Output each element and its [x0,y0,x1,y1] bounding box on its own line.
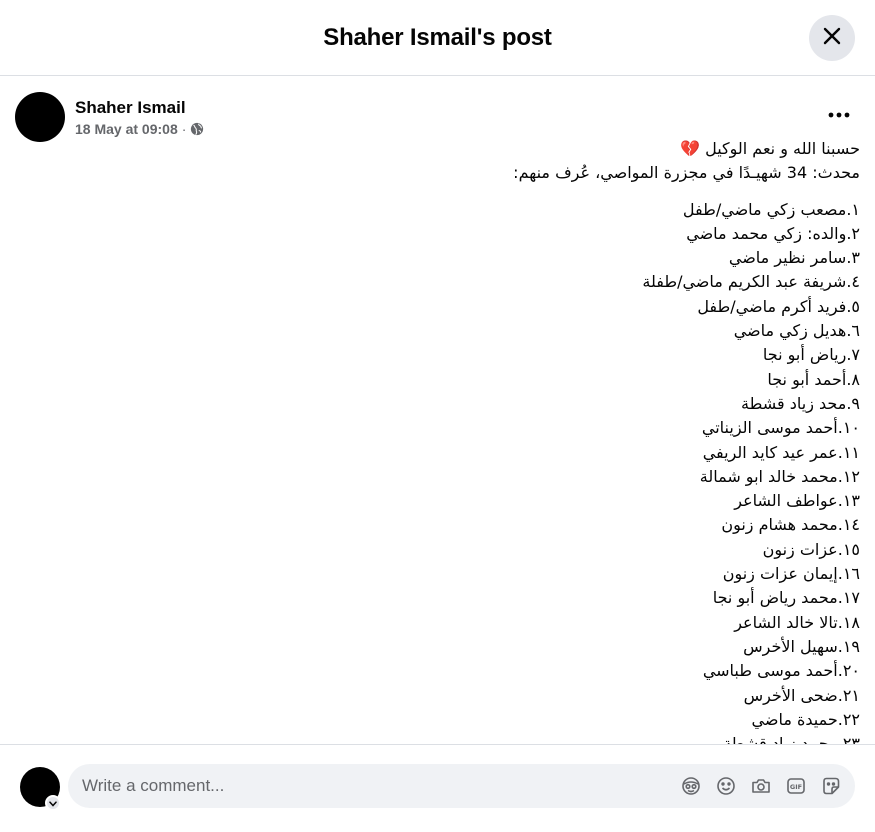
list-item: ٢.والده: زكي محمد ماضي [686,223,860,243]
list-item: ١١.عمر عيد كايد الريفي [702,442,860,462]
list-item: ٢٢.حميدة ماضي [751,709,860,729]
close-button[interactable] [809,15,855,61]
post-options-button[interactable] [821,102,857,126]
comment-composer: GIF [0,744,875,832]
list-item: ٥.فريد أكرم ماضي/طفل [697,296,860,316]
author-avatar[interactable] [15,92,65,142]
list-item: ١٣.عواطف الشاعر [734,491,860,511]
svg-text:GIF: GIF [790,783,802,791]
comment-input-box[interactable]: GIF [68,764,855,808]
list-item: ٨.أحمد أبو نجا [767,369,860,389]
camera-icon[interactable] [749,774,773,798]
post-scroll-area[interactable]: Shaher Ismail 18 May at 09:08 · حسبنا ال… [0,76,875,744]
post-intro-line: حسبنا الله و نعم الوكيل 💔 [680,139,860,158]
list-item: ٣.سامر نظير ماضي [728,248,860,268]
list-item: ٩.محد زياد قشطة [741,393,860,413]
list-item: ٢٣.محمد زياد قشطة [723,734,860,744]
post-text: حسبنا الله و نعم الوكيل 💔 محدث: 34 شهيـد… [40,137,860,744]
list-item: ١٤.محمد هشام زنون [721,515,860,535]
list-item: ١٢.محمد خالد ابو شمالة [699,466,860,486]
avatar-sticker-icon[interactable] [679,774,703,798]
post-author-row: Shaher Ismail 18 May at 09:08 · [15,91,204,143]
post-meta: 18 May at 09:08 · [75,121,204,137]
list-item: ١٧.محمد رياض أبو نجا [712,588,860,608]
post-timestamp[interactable]: 18 May at 09:08 [75,121,178,137]
chevron-down-icon [49,794,57,812]
list-item: ١٠.أحمد موسى الزيناتي [701,418,860,438]
list-item: ٢١.ضحى الأخرس [743,685,860,705]
profile-switch-button[interactable] [45,795,61,811]
more-icon [828,105,850,123]
list-item: ١.مصعب زكي ماضي/طفل [682,199,860,219]
list-item: ٤.شريفة عبد الكريم ماضي/طفلة [642,272,860,292]
comment-input[interactable] [82,771,642,801]
emoji-icon[interactable] [714,774,738,798]
sticker-icon[interactable] [819,774,843,798]
post-intro-line: محدث: 34 شهيـدًا في مجزرة المواصي، عُرف … [513,163,860,183]
post-dialog: Shaher Ismail's post Shaher Ismail 18 Ma… [0,0,875,832]
list-item: ٧.رياض أبو نجا [762,345,860,365]
list-item: ١٩.سهيل الأخرس [743,636,860,656]
list-item: ٦.هديل زكي ماضي [733,321,860,341]
meta-separator: · [181,121,187,137]
dialog-header: Shaher Ismail's post [0,0,875,76]
list-item: ١٦.إيمان عزات زنون [722,564,860,584]
commenter-profile[interactable] [20,767,62,811]
globe-icon[interactable] [190,122,204,136]
list-item: ١٥.عزات زنون [762,539,860,559]
gif-icon[interactable]: GIF [784,774,808,798]
list-item: ١٨.تالا خالد الشاعر [734,612,860,632]
victims-list: ١.مصعب زكي ماضي/طفل ٢.والده: زكي محمد ما… [40,198,860,744]
dialog-title: Shaher Ismail's post [323,23,552,51]
author-name[interactable]: Shaher Ismail [75,97,204,119]
comment-tools: GIF [668,764,843,808]
list-item: ٢٠.أحمد موسى طباسي [702,661,860,681]
author-meta: Shaher Ismail 18 May at 09:08 · [75,97,204,137]
close-icon [822,26,842,51]
